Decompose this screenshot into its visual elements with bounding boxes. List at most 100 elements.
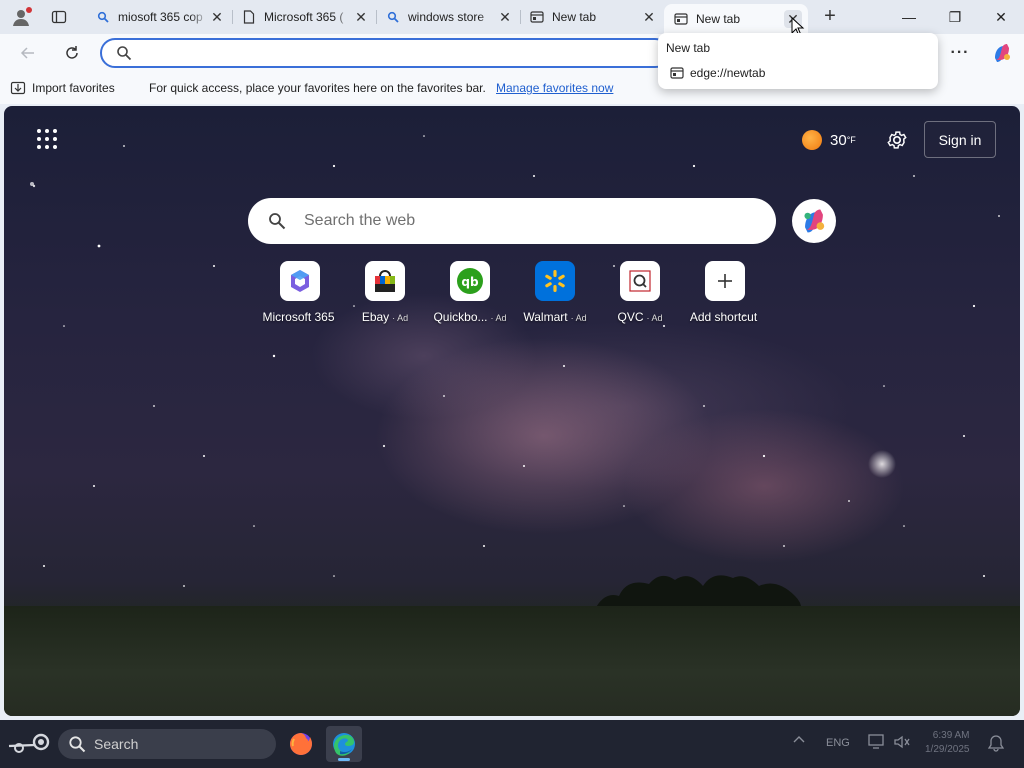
taskbar-clock[interactable]: 6:39 AM 1/29/2025 bbox=[925, 729, 970, 757]
add-shortcut-button[interactable]: Add shortcut bbox=[682, 261, 768, 324]
microsoft-365-icon bbox=[280, 261, 320, 301]
page-icon bbox=[242, 10, 256, 24]
volume-button[interactable] bbox=[893, 734, 911, 753]
back-button[interactable] bbox=[14, 40, 42, 66]
new-tab-page: 30 °F Sign in Search the web Microsoft 36… bbox=[4, 106, 1020, 716]
tab-title: miosoft 365 cop bbox=[118, 10, 203, 24]
shortcut-quickbooks[interactable]: qb Quickbo... · Ad bbox=[427, 261, 513, 324]
weather-unit: °F bbox=[846, 135, 856, 145]
weather-temp: 30 bbox=[830, 131, 847, 149]
sign-in-button[interactable]: Sign in bbox=[924, 121, 996, 158]
newtab-icon bbox=[670, 67, 684, 79]
tab-strip: miosoft 365 cop ✕ Microsoft 365 ( ✕ wind… bbox=[0, 0, 1024, 37]
hover-card-title: New tab bbox=[666, 41, 711, 55]
tab-4[interactable]: New tab ✕ bbox=[520, 4, 664, 30]
active-app-indicator bbox=[338, 758, 350, 761]
manage-favorites-link[interactable]: Manage favorites now bbox=[496, 81, 613, 95]
web-search-box[interactable]: Search the web bbox=[248, 198, 776, 244]
gear-icon bbox=[887, 131, 907, 149]
tab-1[interactable]: miosoft 365 cop ✕ bbox=[86, 4, 232, 30]
chevron-up-icon bbox=[793, 736, 805, 743]
tab-hover-card: New tab edge://newtab bbox=[658, 33, 938, 89]
address-bar[interactable] bbox=[100, 38, 670, 68]
shortcut-ebay[interactable]: Ebay · Ad bbox=[342, 261, 428, 324]
shortcut-qvc[interactable]: QVC · Ad bbox=[597, 261, 683, 324]
favorites-bar-message: For quick access, place your favorites h… bbox=[149, 81, 486, 95]
tab-actions-button[interactable] bbox=[44, 5, 74, 29]
tab-actions-icon bbox=[51, 10, 67, 24]
shortcut-label: Quickbo... · Ad bbox=[433, 310, 507, 324]
tab-3[interactable]: windows store ✕ bbox=[376, 4, 520, 30]
tab-close-button[interactable]: ✕ bbox=[208, 8, 226, 26]
hover-card-url-text: edge://newtab bbox=[690, 66, 766, 80]
waffle-grid-icon bbox=[37, 129, 57, 149]
page-settings-button[interactable] bbox=[884, 127, 910, 153]
copilot-button[interactable] bbox=[792, 199, 836, 243]
newtab-icon bbox=[674, 12, 688, 26]
steam-icon bbox=[8, 733, 50, 753]
web-search-placeholder: Search the web bbox=[304, 212, 416, 229]
new-tab-button[interactable]: + bbox=[818, 6, 842, 28]
newtab-icon bbox=[530, 10, 544, 24]
qvc-icon bbox=[620, 261, 660, 301]
refresh-button[interactable] bbox=[58, 40, 86, 66]
tab-title: New tab bbox=[552, 10, 597, 24]
import-favorites-icon bbox=[10, 80, 26, 96]
plus-icon bbox=[705, 261, 745, 301]
copilot-icon bbox=[804, 209, 825, 233]
window-close-button[interactable]: ✕ bbox=[978, 0, 1024, 34]
minimize-button[interactable]: — bbox=[886, 0, 932, 34]
tab-title: New tab bbox=[696, 12, 741, 26]
shortcut-label: Ebay · Ad bbox=[361, 310, 409, 324]
shortcut-microsoft-365[interactable]: Microsoft 365 bbox=[257, 261, 343, 324]
tab-close-button[interactable]: ✕ bbox=[352, 8, 370, 26]
search-icon bbox=[96, 10, 110, 24]
network-button[interactable] bbox=[868, 734, 886, 753]
apps-launcher-button[interactable] bbox=[36, 128, 60, 152]
profile-button[interactable] bbox=[8, 5, 34, 29]
shortcut-label: Walmart · Ad bbox=[523, 310, 587, 324]
steam-taskbar-button[interactable] bbox=[6, 726, 52, 762]
search-icon bbox=[268, 212, 286, 233]
edge-taskbar-button[interactable] bbox=[326, 726, 362, 762]
weather-widget[interactable]: 30 °F bbox=[802, 126, 856, 154]
walmart-spark-icon bbox=[535, 261, 575, 301]
import-favorites-button[interactable]: Import favorites bbox=[10, 80, 115, 96]
ebay-shopping-bag-icon bbox=[365, 261, 405, 301]
shortcut-walmart[interactable]: Walmart · Ad bbox=[512, 261, 598, 324]
copilot-sidebar-button[interactable] bbox=[988, 40, 1016, 66]
tab-close-button[interactable]: ✕ bbox=[496, 8, 514, 26]
sun-weather-icon bbox=[802, 130, 822, 150]
quickbooks-icon: qb bbox=[450, 261, 490, 301]
notifications-button[interactable] bbox=[987, 734, 1005, 755]
monitor-network-icon bbox=[868, 734, 884, 749]
tab-close-button[interactable]: ✕ bbox=[640, 8, 658, 26]
firefox-icon bbox=[290, 733, 312, 755]
clock-time: 6:39 AM bbox=[932, 730, 970, 741]
speaker-muted-icon bbox=[894, 735, 910, 749]
bell-icon bbox=[987, 735, 1005, 752]
more-menu-button[interactable]: ··· bbox=[946, 40, 974, 66]
search-icon bbox=[68, 735, 86, 753]
windows-taskbar: Search ENG 6:39 AM 1/29/2025 bbox=[0, 720, 1024, 768]
shortcut-label: QVC · Ad bbox=[617, 310, 663, 324]
field-foreground bbox=[4, 606, 1020, 716]
tab-2[interactable]: Microsoft 365 ( ✕ bbox=[232, 4, 376, 30]
clock-date: 1/29/2025 bbox=[925, 744, 970, 755]
taskbar-search-box[interactable]: Search bbox=[58, 729, 276, 759]
tray-overflow-button[interactable] bbox=[793, 734, 805, 747]
firefox-taskbar-button[interactable] bbox=[283, 726, 319, 762]
tab-5-active[interactable]: New tab ✕ bbox=[664, 4, 808, 34]
hover-card-url: edge://newtab bbox=[670, 66, 765, 80]
shortcut-tiles: Microsoft 365 Ebay · Ad qb Quickbo... · Ad… bbox=[259, 261, 779, 331]
shortcut-label: Add shortcut bbox=[689, 310, 758, 324]
taskbar-search-label: Search bbox=[94, 736, 139, 752]
edge-icon bbox=[333, 733, 355, 756]
svg-text:qb: qb bbox=[461, 275, 479, 289]
shortcut-label: Microsoft 365 bbox=[262, 310, 335, 324]
restore-button[interactable]: ❐ bbox=[932, 0, 978, 34]
input-language-indicator[interactable]: ENG bbox=[826, 737, 850, 749]
import-favorites-label: Import favorites bbox=[32, 81, 115, 95]
back-arrow-icon bbox=[20, 47, 34, 59]
tab-title: windows store bbox=[408, 10, 485, 24]
